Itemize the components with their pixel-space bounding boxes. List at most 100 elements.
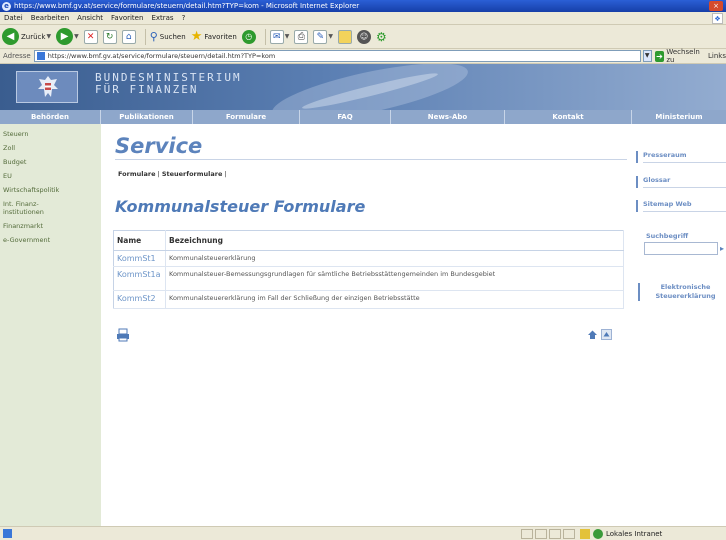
forward-button[interactable]: ▶ ▼ [56, 28, 79, 45]
menu-favoriten[interactable]: Favoriten [111, 14, 143, 22]
status-pane [563, 528, 575, 539]
mail-button[interactable]: ✉ ▼ [269, 29, 290, 44]
search-go-icon[interactable]: ▸ [720, 244, 726, 253]
search-button[interactable]: ⚲ Suchen [150, 30, 186, 43]
form-code-link[interactable]: KommSt1a [113, 266, 166, 291]
nav-publikationen[interactable]: Publikationen [101, 110, 193, 124]
form-code-link[interactable]: KommSt2 [113, 290, 166, 309]
history-button[interactable]: ◷ [241, 29, 256, 44]
nav-news-abo[interactable]: News-Abo [391, 110, 505, 124]
link-glossar[interactable]: Glossar [636, 176, 726, 188]
link-presseraum-label: Presseraum [643, 151, 687, 159]
table-row: KommSt1a Kommunalsteuer-Bemessungsgrundl… [113, 266, 624, 291]
nav-ministerium[interactable]: Ministerium [632, 110, 726, 124]
tools-icon: ⚙ [376, 29, 387, 44]
sidebar-item-eu[interactable]: EU [0, 169, 101, 183]
window-title: https://www.bmf.gv.at/service/formulare/… [14, 2, 360, 10]
sidebar-item-institutionen[interactable]: institutionen [0, 208, 101, 219]
sidebar-item-e-government[interactable]: e-Government [0, 233, 101, 247]
home-button[interactable]: ⌂ [121, 29, 136, 44]
search-icon: ⚲ [149, 30, 158, 43]
tools-button[interactable]: ⚙ [376, 30, 387, 44]
print-page-icon[interactable] [116, 328, 130, 342]
back-button[interactable]: ◀ Zurück ▼ [2, 28, 51, 45]
breadcrumb-steuerformulare[interactable]: Steuerformulare [162, 170, 223, 178]
address-dropdown-button[interactable]: ▼ [642, 50, 652, 62]
back-label: Zurück [21, 32, 46, 41]
favorites-button[interactable]: ★ Favoriten [191, 29, 237, 44]
sidebar-item-int-finanz[interactable]: Int. Finanz- [0, 197, 101, 208]
right-sidebar: Presseraum Glossar Sitemap Web Suchbegri… [632, 124, 726, 526]
address-bar: Adresse https://www.bmf.gv.at/service/fo… [0, 48, 726, 64]
link-sitemap-label: Sitemap [643, 200, 674, 208]
link-elektronische-steuererklaerung[interactable]: Elektronische Steuererklärung [638, 283, 726, 301]
print-toolbar-button[interactable]: ⎙ [294, 29, 309, 44]
link-glossar-label: Glossar [643, 176, 671, 184]
edit-button[interactable]: ✎ ▼ [313, 29, 334, 44]
folder-icon [338, 29, 353, 44]
home-icon: ⌂ [121, 29, 136, 44]
page-title: Kommunalsteuer Formulare [115, 197, 366, 216]
menu-help[interactable]: ? [182, 14, 186, 22]
chevron-down-icon: ▼ [284, 33, 290, 40]
menu-ansicht[interactable]: Ansicht [77, 14, 103, 22]
edit-icon: ✎ [313, 29, 328, 44]
menu-datei[interactable]: Datei [4, 14, 23, 22]
search-label: Suchen [159, 32, 186, 41]
status-pane [549, 528, 561, 539]
form-description: Kommunalsteuererklärung [165, 250, 624, 267]
history-icon: ◷ [241, 29, 256, 44]
ministry-name: BUNDESMINISTERIUM FÜR FINANZEN [95, 72, 242, 96]
sidebar-item-finanzmarkt[interactable]: Finanzmarkt [0, 219, 101, 233]
link-presseraum[interactable]: Presseraum [636, 151, 726, 163]
form-code-link[interactable]: KommSt1 [113, 250, 166, 267]
windows-logo-icon: ❖ [712, 12, 723, 24]
ek-line2: Steuererklärung [655, 292, 716, 300]
ie-logo-icon: e [2, 1, 11, 11]
nav-formulare[interactable]: Formulare [193, 110, 300, 124]
ministry-name-line2: FÜR FINANZEN [95, 83, 199, 96]
breadcrumb-formulare[interactable]: Formulare [118, 170, 155, 178]
scroll-top-icon[interactable] [601, 329, 612, 340]
status-panes [521, 528, 577, 539]
table-row: KommSt2 Kommunalsteuererklärung im Fall … [113, 290, 624, 309]
main-navigation: Behörden Publikationen Formulare FAQ New… [0, 110, 726, 124]
page-nav-icons [587, 329, 612, 340]
address-field[interactable]: https://www.bmf.gv.at/service/formulare/… [33, 50, 641, 62]
link-web-label: Web [675, 200, 692, 208]
links-button[interactable]: Links [708, 52, 726, 60]
star-icon: ★ [190, 29, 203, 44]
refresh-button[interactable]: ↻ [102, 29, 117, 44]
sidebar-item-wirtschaftspolitik[interactable]: Wirtschaftspolitik [0, 183, 101, 197]
folder-button[interactable] [338, 29, 353, 44]
sidebar-item-zoll[interactable]: Zoll [0, 141, 101, 155]
chevron-down-icon: ▼ [328, 33, 334, 40]
go-arrow-icon: ➔ [654, 50, 665, 62]
search-input[interactable] [644, 242, 718, 255]
chevron-down-icon: ▼ [74, 33, 79, 40]
form-description: Kommunalsteuer-Bemessungsgrundlagen für … [165, 266, 624, 291]
toolbar-separator [144, 28, 146, 45]
lock-icon [580, 528, 590, 539]
nav-faq[interactable]: FAQ [300, 110, 391, 124]
mail-icon: ✉ [269, 29, 284, 44]
menu-extras[interactable]: Extras [151, 14, 173, 22]
forward-arrow-icon: ▶ [56, 28, 74, 45]
link-sitemap[interactable]: Sitemap Web [636, 200, 726, 212]
messenger-icon: ☺ [357, 29, 372, 44]
messenger-button[interactable]: ☺ [357, 29, 372, 44]
ministry-logo[interactable] [16, 71, 78, 103]
sidebar-item-steuern[interactable]: Steuern [0, 127, 101, 141]
breadcrumb: Formulare | Steuerformulare | [118, 170, 227, 178]
home-link-icon[interactable] [587, 329, 598, 340]
status-pane [521, 528, 533, 539]
stop-button[interactable]: ✕ [83, 29, 98, 44]
form-description: Kommunalsteuererklärung im Fall der Schl… [165, 290, 624, 309]
go-button[interactable]: ➔ Wechseln zu [654, 48, 702, 64]
sidebar-item-budget[interactable]: Budget [0, 155, 101, 169]
nav-kontakt[interactable]: Kontakt [505, 110, 632, 124]
window-close-button[interactable]: × [709, 1, 723, 11]
nav-behoerden[interactable]: Behörden [0, 110, 101, 124]
back-arrow-icon: ◀ [2, 28, 19, 45]
menu-bearbeiten[interactable]: Bearbeiten [31, 14, 69, 22]
